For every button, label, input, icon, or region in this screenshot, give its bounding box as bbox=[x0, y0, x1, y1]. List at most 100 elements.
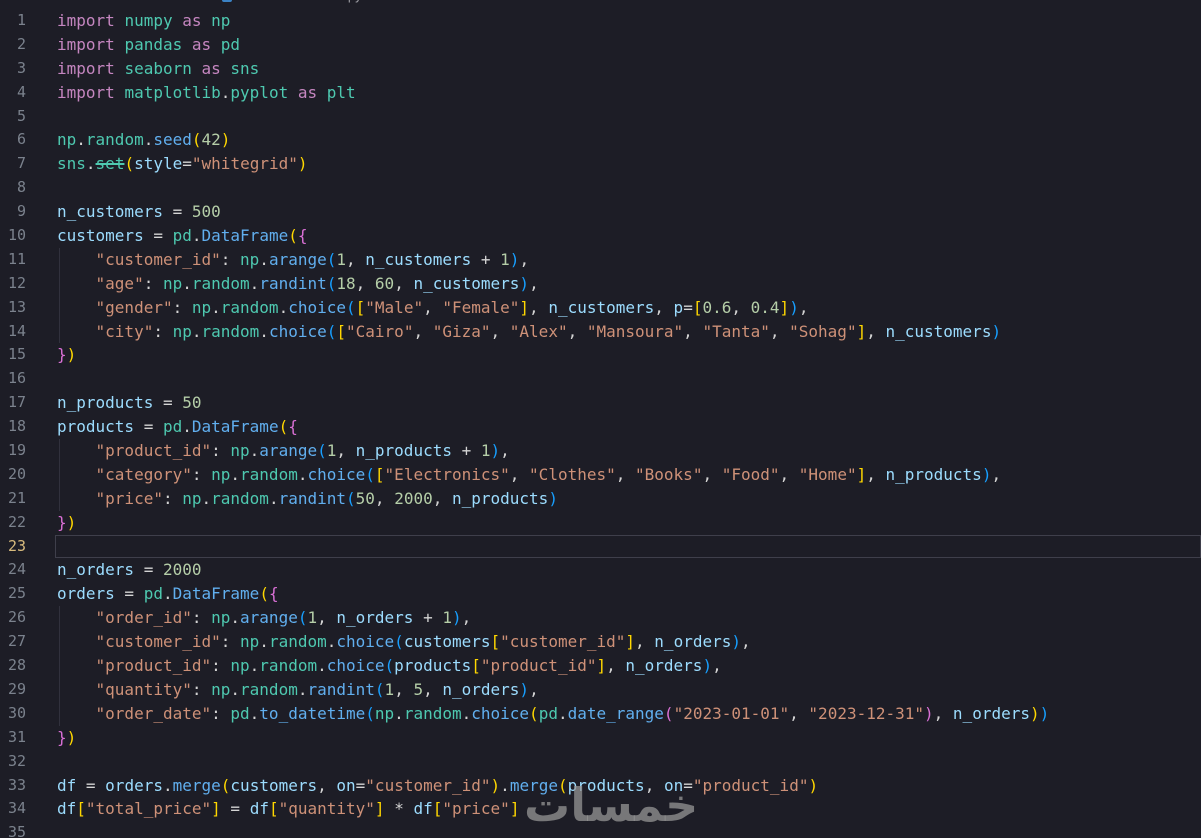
line-number[interactable]: 35 bbox=[0, 821, 26, 838]
line-number[interactable]: 11 bbox=[0, 248, 26, 272]
code-line[interactable]: 27 "customer_id": np.random.choice(custo… bbox=[0, 630, 1201, 654]
token: on bbox=[663, 775, 684, 795]
line-number[interactable]: 18 bbox=[0, 415, 26, 439]
token: . bbox=[201, 488, 212, 508]
code-line[interactable]: 31}) bbox=[0, 726, 1201, 750]
code-line[interactable]: 1 import numpy as np bbox=[0, 9, 1201, 33]
line-number[interactable]: 17 bbox=[0, 391, 26, 415]
line-number[interactable]: 31 bbox=[0, 726, 26, 750]
code-line[interactable]: 32 bbox=[0, 750, 1201, 774]
line-number[interactable]: 27 bbox=[0, 630, 26, 654]
line-number[interactable]: 29 bbox=[0, 678, 26, 702]
code-line[interactable]: 24 n_orders = 2000 bbox=[0, 558, 1201, 582]
line-number[interactable]: 26 bbox=[0, 606, 26, 630]
line-number[interactable]: 22 bbox=[0, 511, 26, 535]
code-line[interactable]: 25 orders = pd.DataFrame({ bbox=[0, 582, 1201, 606]
code-line[interactable]: 21 "price": np.random.randint(50, 2000, … bbox=[0, 486, 1201, 511]
line-number[interactable]: 16 bbox=[0, 367, 26, 391]
line-number[interactable]: 34 bbox=[0, 797, 26, 821]
token: 500 bbox=[191, 202, 221, 222]
code-line[interactable]: 30 "order_date": pd.to_datetime(np.rando… bbox=[0, 701, 1201, 726]
code-line[interactable]: 14 "city": np.random.choice(["Cairo", "G… bbox=[0, 319, 1201, 344]
code-line[interactable]: 6 np.random.seed(42) bbox=[0, 128, 1201, 152]
code-line[interactable]: 22}) bbox=[0, 511, 1201, 535]
code-line[interactable]: 18 products = pd.DataFrame({ bbox=[0, 415, 1201, 439]
code-line-text: "quantity": np.random.randint(1, 5, n_or… bbox=[26, 677, 539, 702]
breadcrumb-item[interactable]: r bbox=[2, 0, 6, 3]
line-number[interactable]: 23 bbox=[0, 535, 26, 559]
line-number[interactable]: 32 bbox=[0, 750, 26, 774]
code-line[interactable]: 17 n_products = 50 bbox=[0, 391, 1201, 415]
token: ) bbox=[66, 727, 77, 747]
code-line-text: customers = pd.DataFrame({ bbox=[26, 224, 308, 248]
code-line[interactable]: 23 bbox=[0, 534, 1201, 559]
token: np bbox=[182, 488, 202, 508]
code-line[interactable]: 16 bbox=[0, 367, 1201, 391]
line-number[interactable]: 13 bbox=[0, 296, 26, 320]
code-line-text: "category": np.random.choice(["Electroni… bbox=[26, 462, 1001, 487]
code-line[interactable]: 2 import pandas as pd bbox=[0, 33, 1201, 57]
code-line[interactable]: 29 "quantity": np.random.randint(1, 5, n… bbox=[0, 677, 1201, 702]
token: date_range bbox=[567, 703, 664, 723]
line-number[interactable]: 20 bbox=[0, 463, 26, 487]
code-line[interactable]: 11 "customer_id": np.arange(1, n_custome… bbox=[0, 247, 1201, 272]
breadcrumb-item[interactable]: E-commerce Sales.py bbox=[221, 0, 362, 3]
line-number[interactable]: 1 bbox=[0, 9, 26, 33]
breadcrumb-item[interactable]: LENOVO bbox=[72, 0, 126, 3]
line-number[interactable]: 10 bbox=[0, 224, 26, 248]
token: ] bbox=[856, 464, 867, 484]
code-line[interactable]: 8 bbox=[0, 176, 1201, 200]
token: ( bbox=[288, 226, 298, 246]
code-line[interactable]: 35 bbox=[0, 821, 1201, 838]
code-line[interactable]: 20 "category": np.random.choice(["Electr… bbox=[0, 462, 1201, 487]
code-line[interactable]: 4 import matplotlib.pyplot as plt bbox=[0, 81, 1201, 105]
line-number[interactable]: 4 bbox=[0, 81, 26, 105]
line-number[interactable]: 30 bbox=[0, 702, 26, 726]
line-number[interactable]: 15 bbox=[0, 343, 26, 367]
token: products bbox=[57, 417, 135, 437]
code-line[interactable]: 10 customers = pd.DataFrame({ bbox=[0, 224, 1201, 248]
code-line[interactable]: 34 df["total_price"] = df["quantity"] * d… bbox=[0, 797, 1201, 821]
token: 50 bbox=[182, 393, 202, 413]
token: 1 bbox=[384, 679, 395, 699]
token: np bbox=[191, 297, 212, 317]
line-number[interactable]: 8 bbox=[0, 176, 26, 200]
token: seed bbox=[153, 130, 192, 150]
line-number[interactable]: 5 bbox=[0, 105, 26, 129]
line-number[interactable]: 9 bbox=[0, 200, 26, 224]
code-line[interactable]: 15}) bbox=[0, 343, 1201, 367]
code-line[interactable]: 33 df = orders.merge(customers, on="custo… bbox=[0, 774, 1201, 798]
breadcrumb-item[interactable]: ... bbox=[377, 0, 388, 3]
code-line[interactable]: 28 "product_id": np.random.choice(produc… bbox=[0, 654, 1201, 678]
line-number[interactable]: 21 bbox=[0, 487, 26, 511]
line-number[interactable]: 12 bbox=[0, 272, 26, 296]
code-line[interactable]: 3 import seaborn as sns bbox=[0, 57, 1201, 81]
code-line[interactable]: 26 "order_id": np.arange(1, n_orders + 1… bbox=[0, 606, 1201, 631]
line-number[interactable]: 28 bbox=[0, 654, 26, 678]
code-line[interactable]: 7 sns.set(style="whitegrid") bbox=[0, 152, 1201, 176]
line-number[interactable]: 33 bbox=[0, 774, 26, 798]
code-line[interactable]: 5 bbox=[0, 105, 1201, 129]
line-number[interactable]: 19 bbox=[0, 439, 26, 463]
code-line[interactable]: 13 "gender": np.random.choice(["Male", "… bbox=[0, 295, 1201, 320]
token: = bbox=[153, 393, 183, 413]
token: np bbox=[162, 273, 183, 293]
code-line[interactable]: 19 "product_id": np.arange(1, n_products… bbox=[0, 439, 1201, 463]
line-number[interactable]: 14 bbox=[0, 320, 26, 344]
code-line[interactable]: 12 "age": np.random.randint(18, 60, n_cu… bbox=[0, 271, 1201, 296]
breadcrumb-item[interactable]: Users bbox=[22, 0, 56, 3]
token: ) bbox=[924, 703, 934, 723]
code-area[interactable]: 1 import numpy as np 2 import pandas as pd 3… bbox=[0, 9, 1201, 838]
line-number[interactable]: 25 bbox=[0, 582, 26, 606]
code-line[interactable]: 9 n_customers = 500 bbox=[0, 200, 1201, 224]
line-number[interactable]: 2 bbox=[0, 33, 26, 57]
token: random bbox=[191, 273, 250, 293]
code-line-text: "order_date": pd.to_datetime(np.random.c… bbox=[26, 701, 1049, 726]
current-line-highlight bbox=[55, 534, 1201, 558]
line-number[interactable]: 6 bbox=[0, 128, 26, 152]
line-number[interactable]: 7 bbox=[0, 152, 26, 176]
line-number[interactable]: 3 bbox=[0, 57, 26, 81]
breadcrumb-item[interactable]: Downloads bbox=[142, 0, 206, 3]
line-number[interactable]: 24 bbox=[0, 558, 26, 582]
token: n_orders bbox=[654, 632, 732, 652]
